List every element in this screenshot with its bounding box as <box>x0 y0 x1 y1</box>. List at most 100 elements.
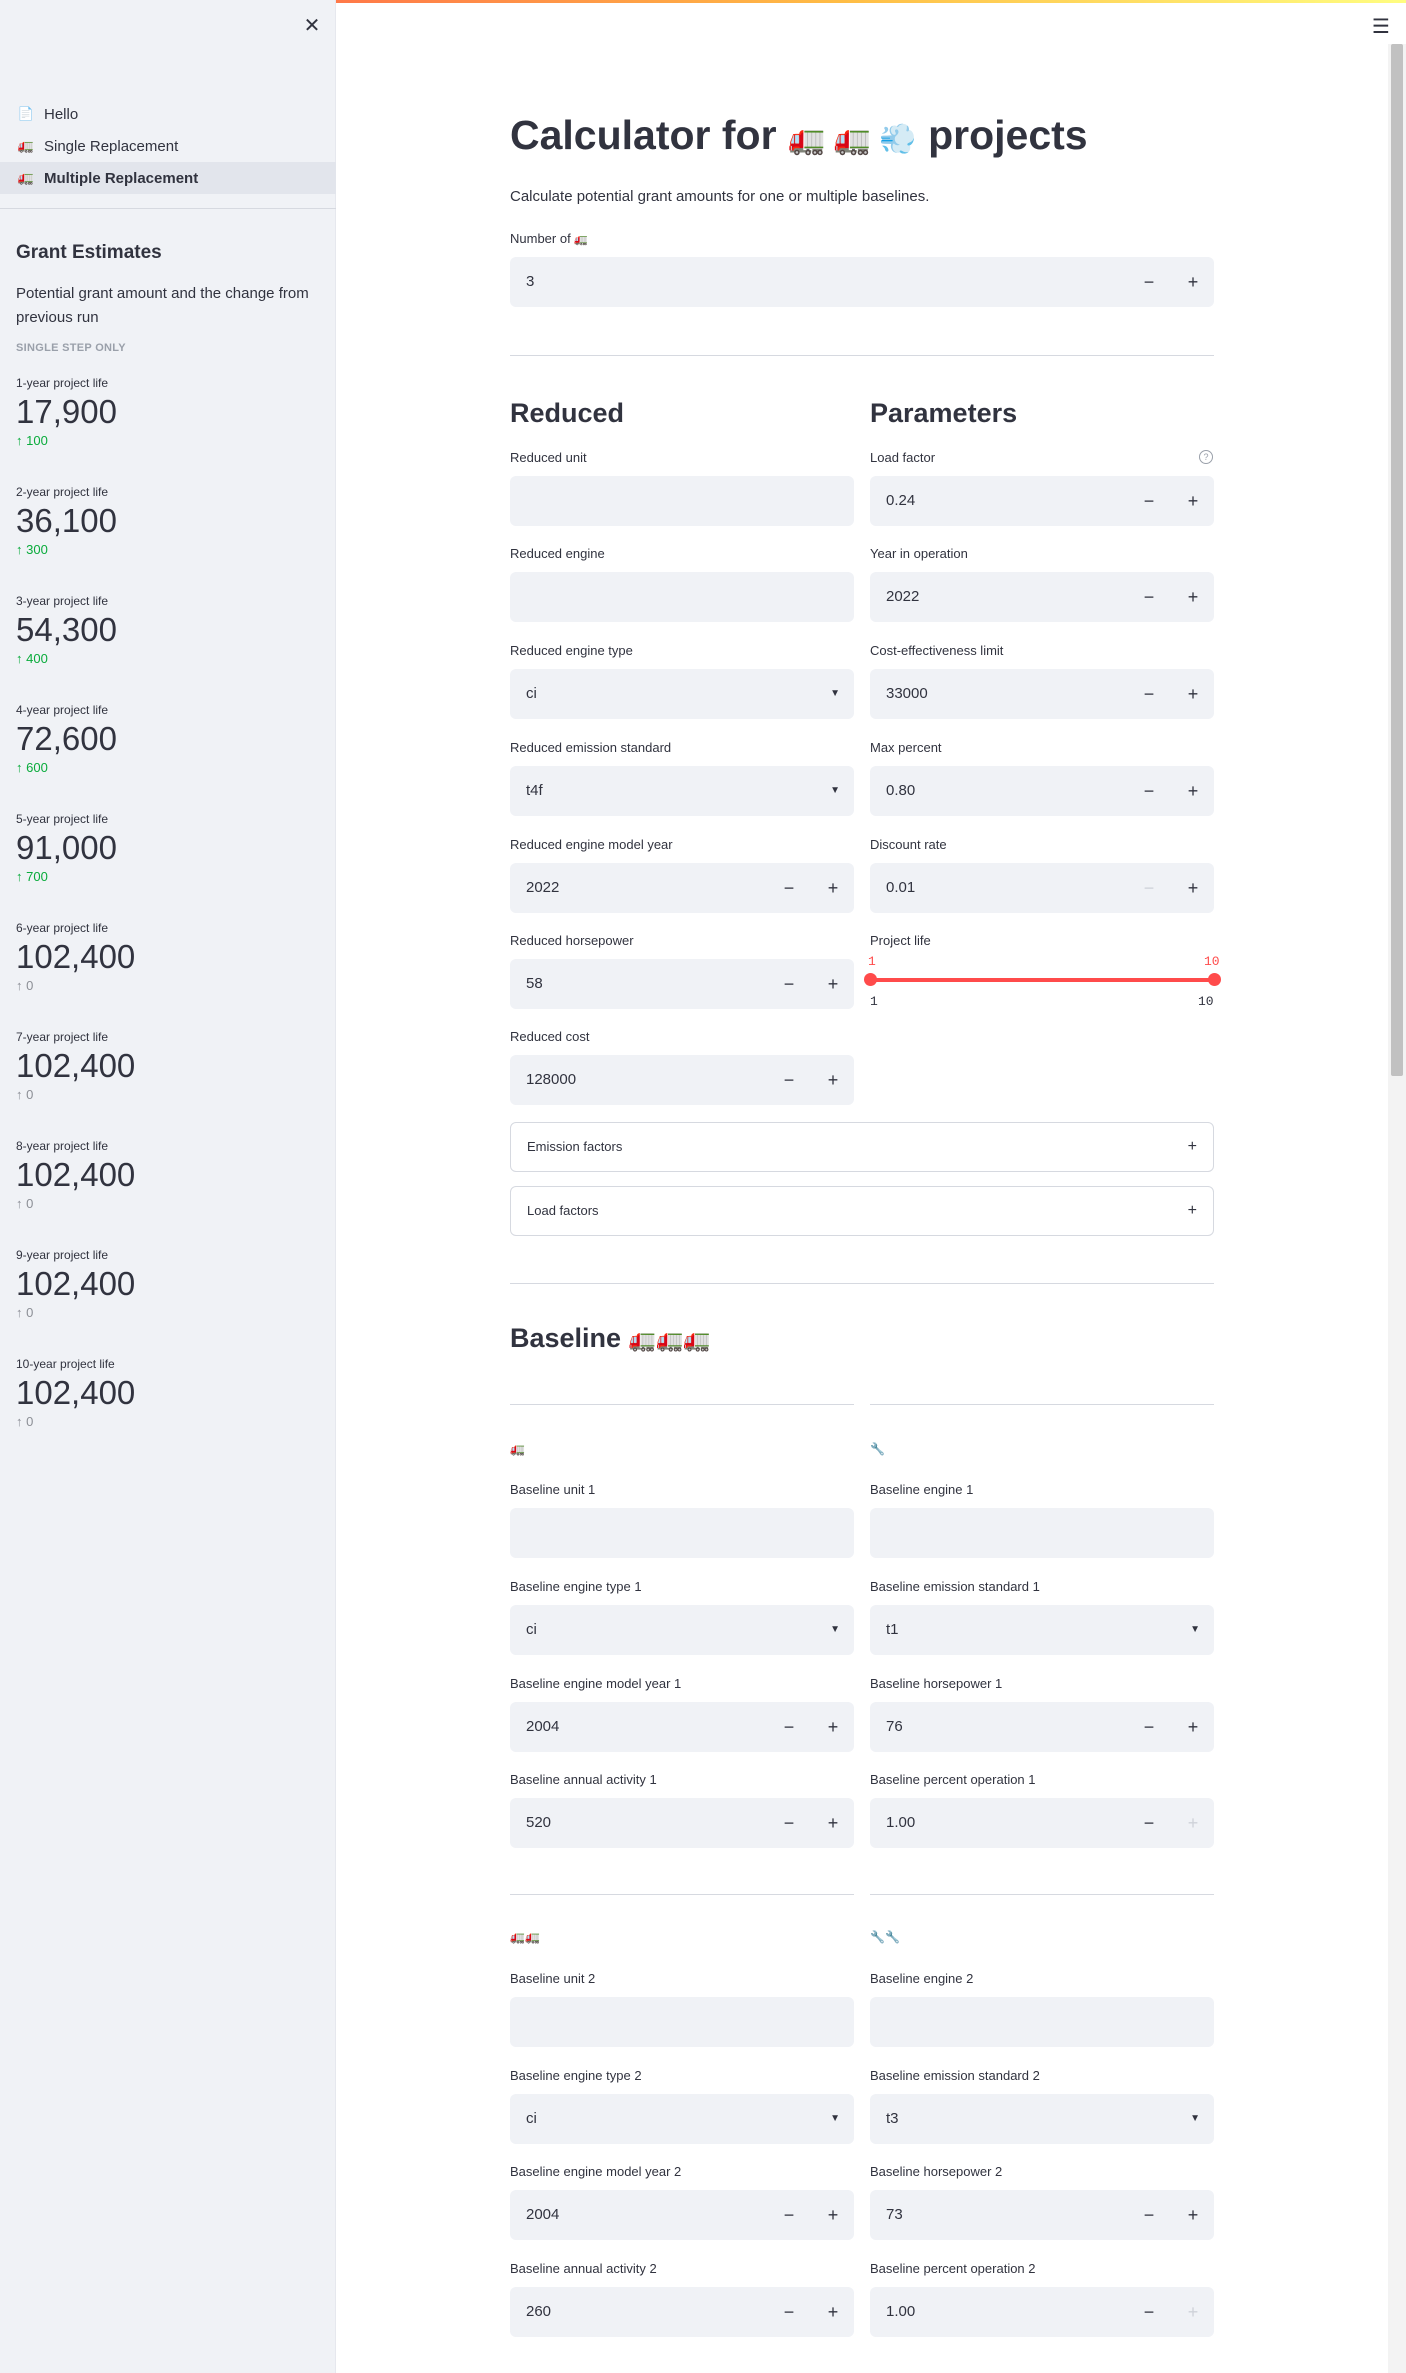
increment-button[interactable]: + <box>1172 1702 1214 1752</box>
decrement-button[interactable]: − <box>1128 476 1170 526</box>
reduced-engine-type-select[interactable]: ci ▼ <box>510 669 854 719</box>
decrement-button[interactable]: − <box>768 863 810 913</box>
close-sidebar-icon[interactable]: ✕ <box>300 14 324 38</box>
baseline-emission-select[interactable]: t3 ▼ <box>870 2094 1214 2144</box>
arrow-up-icon: ↑ <box>16 1087 27 1102</box>
metric-delta-value: 100 <box>26 433 48 448</box>
baseline-engine-type-select[interactable]: ci ▼ <box>510 1605 854 1655</box>
increment-button[interactable]: + <box>812 2287 854 2337</box>
divider <box>510 355 1214 356</box>
baseline-engine-input[interactable] <box>870 1508 1214 1558</box>
slider-min-label: 1 <box>870 994 878 1009</box>
baseline-model-year-stepper[interactable]: 2004 − + <box>510 1702 854 1752</box>
decrement-button[interactable]: − <box>1128 2287 1170 2337</box>
baseline-engine-type-select[interactable]: ci ▼ <box>510 2094 854 2144</box>
baseline-engine-input[interactable] <box>870 1997 1214 2047</box>
increment-button[interactable]: + <box>1172 669 1214 719</box>
discount-rate-stepper[interactable]: 0.01 − + <box>870 863 1214 913</box>
slider-low-thumb[interactable] <box>864 973 877 986</box>
reduced-engine-input[interactable] <box>510 572 854 622</box>
metric-delta: ↑ 0 <box>16 977 320 995</box>
reduced-emission-select[interactable]: t4f ▼ <box>510 766 854 816</box>
decrement-button[interactable]: − <box>1128 1798 1170 1848</box>
metric-delta-value: 600 <box>26 760 48 775</box>
increment-button[interactable]: + <box>812 2190 854 2240</box>
baseline-unit-input[interactable] <box>510 1508 854 1558</box>
decrement-button[interactable]: − <box>1128 572 1170 622</box>
decrement-button[interactable]: − <box>1128 669 1170 719</box>
reduced-cost-stepper[interactable]: 128000 − + <box>510 1055 854 1105</box>
scrollbar[interactable] <box>1388 44 1406 2373</box>
increment-button[interactable]: + <box>1172 1798 1214 1848</box>
chevron-down-icon: ▼ <box>1190 2113 1200 2124</box>
scrollbar-thumb[interactable] <box>1391 44 1403 1076</box>
number-stepper[interactable]: 3 − + <box>510 257 1214 307</box>
baseline-unit-input[interactable] <box>510 1997 854 2047</box>
reduced-model-year-value: 2022 <box>526 879 560 896</box>
cost-effectiveness-stepper[interactable]: 33000 − + <box>870 669 1214 719</box>
increment-button[interactable]: + <box>812 1702 854 1752</box>
help-icon[interactable]: ? <box>1199 450 1213 464</box>
increment-button[interactable]: + <box>1172 863 1214 913</box>
baseline-activity-stepper[interactable]: 520 − + <box>510 1798 854 1848</box>
nav-item-single-replacement[interactable]: 🚛 Single Replacement <box>0 130 336 162</box>
load-factor-stepper[interactable]: 0.24 − + <box>870 476 1214 526</box>
baseline-activity-stepper[interactable]: 260 − + <box>510 2287 854 2337</box>
decrement-button[interactable]: − <box>768 959 810 1009</box>
baseline-hp-value: 76 <box>886 1718 903 1735</box>
number-label-text: Number of <box>510 231 571 246</box>
decrement-button[interactable]: − <box>768 1055 810 1105</box>
reduced-model-year-stepper[interactable]: 2022 − + <box>510 863 854 913</box>
baseline-percent-value: 1.00 <box>886 2303 916 2320</box>
arrow-up-icon: ↑ <box>16 1196 27 1211</box>
increment-button[interactable]: + <box>812 1798 854 1848</box>
decrement-button[interactable]: − <box>1128 257 1170 307</box>
reduced-hp-label: Reduced horsepower <box>510 933 634 948</box>
baseline-percent-stepper[interactable]: 1.00 − + <box>870 2287 1214 2337</box>
nav-item-hello[interactable]: 📄 Hello <box>0 98 336 130</box>
arrow-up-icon: ↑ <box>16 869 27 884</box>
slider-high-thumb[interactable] <box>1208 973 1221 986</box>
max-percent-stepper[interactable]: 0.80 − + <box>870 766 1214 816</box>
hamburger-menu-icon[interactable]: ☰ <box>1372 14 1390 39</box>
plus-icon: + <box>1187 1202 1197 1219</box>
baseline-hp-stepper[interactable]: 73 − + <box>870 2190 1214 2240</box>
increment-button[interactable]: + <box>812 1055 854 1105</box>
arrow-up-icon: ↑ <box>16 978 27 993</box>
decrement-button[interactable]: − <box>1128 2190 1170 2240</box>
decrement-button[interactable]: − <box>1128 766 1170 816</box>
reduced-hp-stepper[interactable]: 58 − + <box>510 959 854 1009</box>
increment-button[interactable]: + <box>1172 476 1214 526</box>
metric-delta: ↑ 0 <box>16 1304 320 1322</box>
decrement-button[interactable]: − <box>768 2287 810 2337</box>
baseline-emission-select[interactable]: t1 ▼ <box>870 1605 1214 1655</box>
project-life-slider-track[interactable] <box>870 978 1214 982</box>
load-factors-expander[interactable]: Load factors + <box>510 1186 1214 1236</box>
increment-button[interactable]: + <box>1172 2190 1214 2240</box>
decrement-button[interactable]: − <box>768 1798 810 1848</box>
increment-button[interactable]: + <box>1172 257 1214 307</box>
metric-label: 8-year project life <box>16 1139 109 1153</box>
increment-button[interactable]: + <box>1172 2287 1214 2337</box>
year-in-operation-stepper[interactable]: 2022 − + <box>870 572 1214 622</box>
baseline-model-year-stepper[interactable]: 2004 − + <box>510 2190 854 2240</box>
metric-label: 6-year project life <box>16 921 109 935</box>
load-factor-label: Load factor <box>870 450 936 465</box>
baseline-hp-stepper[interactable]: 76 − + <box>870 1702 1214 1752</box>
decrement-button[interactable]: − <box>1128 863 1170 913</box>
max-percent-value: 0.80 <box>886 782 916 799</box>
increment-button[interactable]: + <box>812 863 854 913</box>
increment-button[interactable]: + <box>812 959 854 1009</box>
nav-item-multiple-replacement[interactable]: 🚛 Multiple Replacement <box>0 162 336 194</box>
decrement-button[interactable]: − <box>1128 1702 1170 1752</box>
decrement-button[interactable]: − <box>768 1702 810 1752</box>
increment-button[interactable]: + <box>1172 766 1214 816</box>
baseline-heading: Baseline 🚛🚛🚛 <box>510 1323 711 1354</box>
decrement-button[interactable]: − <box>768 2190 810 2240</box>
reduced-unit-input[interactable] <box>510 476 854 526</box>
reduced-cost-value: 128000 <box>526 1071 577 1088</box>
increment-button[interactable]: + <box>1172 572 1214 622</box>
emission-factors-expander[interactable]: Emission factors + <box>510 1122 1214 1172</box>
baseline-percent-stepper[interactable]: 1.00 − + <box>870 1798 1214 1848</box>
metric-item: 5-year project life 91,000 ↑ 700 <box>16 812 320 899</box>
